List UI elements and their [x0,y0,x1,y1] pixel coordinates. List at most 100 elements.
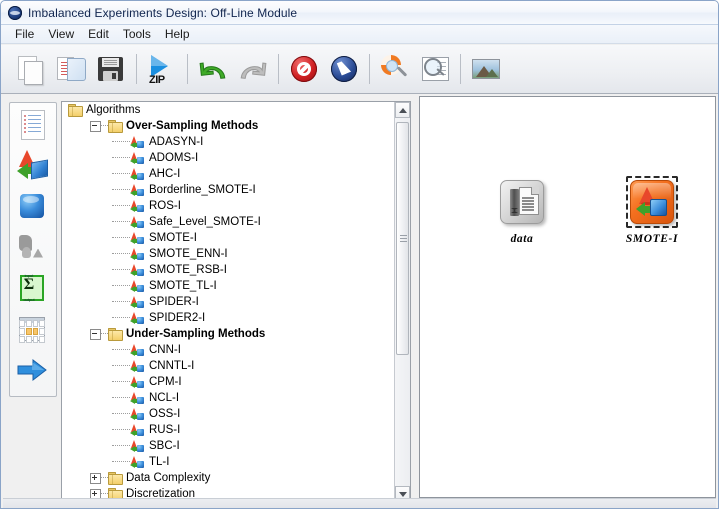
redo-button[interactable] [233,48,273,90]
tree-connector [112,445,130,447]
status-bar [3,498,716,508]
tree-node-rus-i[interactable]: RUS-I [62,422,394,438]
scroll-up-button[interactable] [395,102,410,118]
sigma-bottom-label: output [23,296,35,302]
table-icon [17,313,47,345]
sidebar-methods[interactable] [10,185,54,226]
open-file-button[interactable] [51,48,91,90]
tree-node-smote-i[interactable]: SMOTE-I [62,230,394,246]
tree-node-spider2-i[interactable]: SPIDER2-I [62,310,394,326]
tree-node-borderline-smote-i[interactable]: Borderline_SMOTE-I [62,182,394,198]
tree-connector [112,269,130,271]
forbidden-icon [288,53,320,85]
tree-connector [112,397,130,399]
tree-node-label: Over-Sampling Methods [126,120,259,132]
blue-arrow-icon [17,354,47,386]
save-button[interactable] [91,48,131,90]
tree-node-tl-i[interactable]: TL-I [62,454,394,470]
tree-node-adoms-i[interactable]: ADOMS-I [62,150,394,166]
tree-node-smote-rsb-i[interactable]: SMOTE_RSB-I [62,262,394,278]
tree-node-ncl-i[interactable]: NCL-I [62,390,394,406]
undo-button[interactable] [193,48,233,90]
sidebar-datasets[interactable] [10,103,54,144]
tree-node-safe-level-smote-i[interactable]: Safe_Level_SMOTE-I [62,214,394,230]
tree-node-under-sampling-methods[interactable]: Under-Sampling Methods [62,326,394,342]
sidebar-visualization[interactable] [10,308,54,349]
image-button[interactable] [466,48,506,90]
tree-node-cnntl-i[interactable]: CNNTL-I [62,358,394,374]
tree-node-ahc-i[interactable]: AHC-I [62,166,394,182]
design-canvas[interactable]: data SMOTE-I [419,96,716,498]
tree-node-sbc-i[interactable]: SBC-I [62,438,394,454]
canvas-node-data-label: data [510,233,534,245]
algorithm-tree[interactable]: Algorithms Over-Sampling Methods ADASYN-I A… [62,102,394,502]
tree-node-oss-i[interactable]: OSS-I [62,406,394,422]
canvas-node-smote-i-label: SMOTE-I [625,233,679,245]
tree-node-algorithms[interactable]: Algorithms [62,102,394,118]
scrollbar-thumb[interactable] [396,122,409,355]
tree-node-over-sampling-methods[interactable]: Over-Sampling Methods [62,118,394,134]
lifering-magnifier-icon [379,53,411,85]
grey-shapes-icon [17,231,47,263]
collapse-icon[interactable] [90,328,101,340]
algorithm-icon [130,311,145,325]
preview-button[interactable] [415,48,455,90]
algorithm-icon [130,215,145,229]
cancel-button[interactable] [284,48,324,90]
algorithm-icon [130,359,145,373]
blue-cube-icon [17,190,47,222]
tree-connector [112,413,130,415]
tree-node-data-complexity[interactable]: Data Complexity [62,470,394,486]
menu-tools[interactable]: Tools [117,26,159,43]
tree-node-ros-i[interactable]: ROS-I [62,198,394,214]
menu-file[interactable]: File [9,26,42,43]
panel-divider[interactable] [412,96,417,498]
picture-icon [470,53,502,85]
pointer-ball-icon [328,53,360,85]
algorithm-icon [130,279,145,293]
tree-connector [112,349,130,351]
tree-node-label: AHC-I [149,168,181,180]
tree-node-label: Safe_Level_SMOTE-I [149,216,261,228]
tree-node-smote-tl-i[interactable]: SMOTE_TL-I [62,278,394,294]
undo-arrow-icon [197,53,229,85]
sidebar-postprocess[interactable] [10,226,54,267]
tree-node-label: SMOTE_RSB-I [149,264,227,276]
open-folder-icon [55,53,87,85]
algorithm-icon [130,375,145,389]
toolbar-separator [278,54,279,84]
select-pointer-button[interactable] [324,48,364,90]
tree-node-label: ROS-I [149,200,181,212]
lifering-search-button[interactable] [375,48,415,90]
menu-view[interactable]: View [42,26,82,43]
folder-icon [108,328,123,341]
expand-icon[interactable] [90,472,101,484]
folder-icon [68,104,83,117]
menu-help[interactable]: Help [159,26,198,43]
sidebar-connect[interactable] [10,349,54,390]
tree-connector [101,493,108,495]
tree-connector [112,173,130,175]
tree-node-cpm-i[interactable]: CPM-I [62,374,394,390]
tree-connector [101,477,108,479]
canvas-node-smote-i[interactable]: SMOTE-I [609,176,695,245]
toolbar-separator [369,54,370,84]
sidebar-statistics[interactable]: input Σ output [10,267,54,308]
tree-connector [112,381,130,383]
tree-node-adasyn-i[interactable]: ADASYN-I [62,134,394,150]
tree-node-spider-i[interactable]: SPIDER-I [62,294,394,310]
zip-button[interactable]: ZIP [142,48,182,90]
tree-connector [112,285,130,287]
collapse-icon[interactable] [90,120,101,132]
toolbar-separator [136,54,137,84]
tree-node-smote-enn-i[interactable]: SMOTE_ENN-I [62,246,394,262]
new-file-button[interactable] [11,48,51,90]
tree-node-cnn-i[interactable]: CNN-I [62,342,394,358]
tree-node-label: SBC-I [149,440,180,452]
menu-edit[interactable]: Edit [82,26,117,43]
tree-vertical-scrollbar[interactable] [394,102,410,502]
tree-connector [112,221,130,223]
canvas-node-data[interactable]: data [479,178,565,245]
sidebar-preprocess[interactable] [10,144,54,185]
cone-cube-icon [17,149,48,181]
